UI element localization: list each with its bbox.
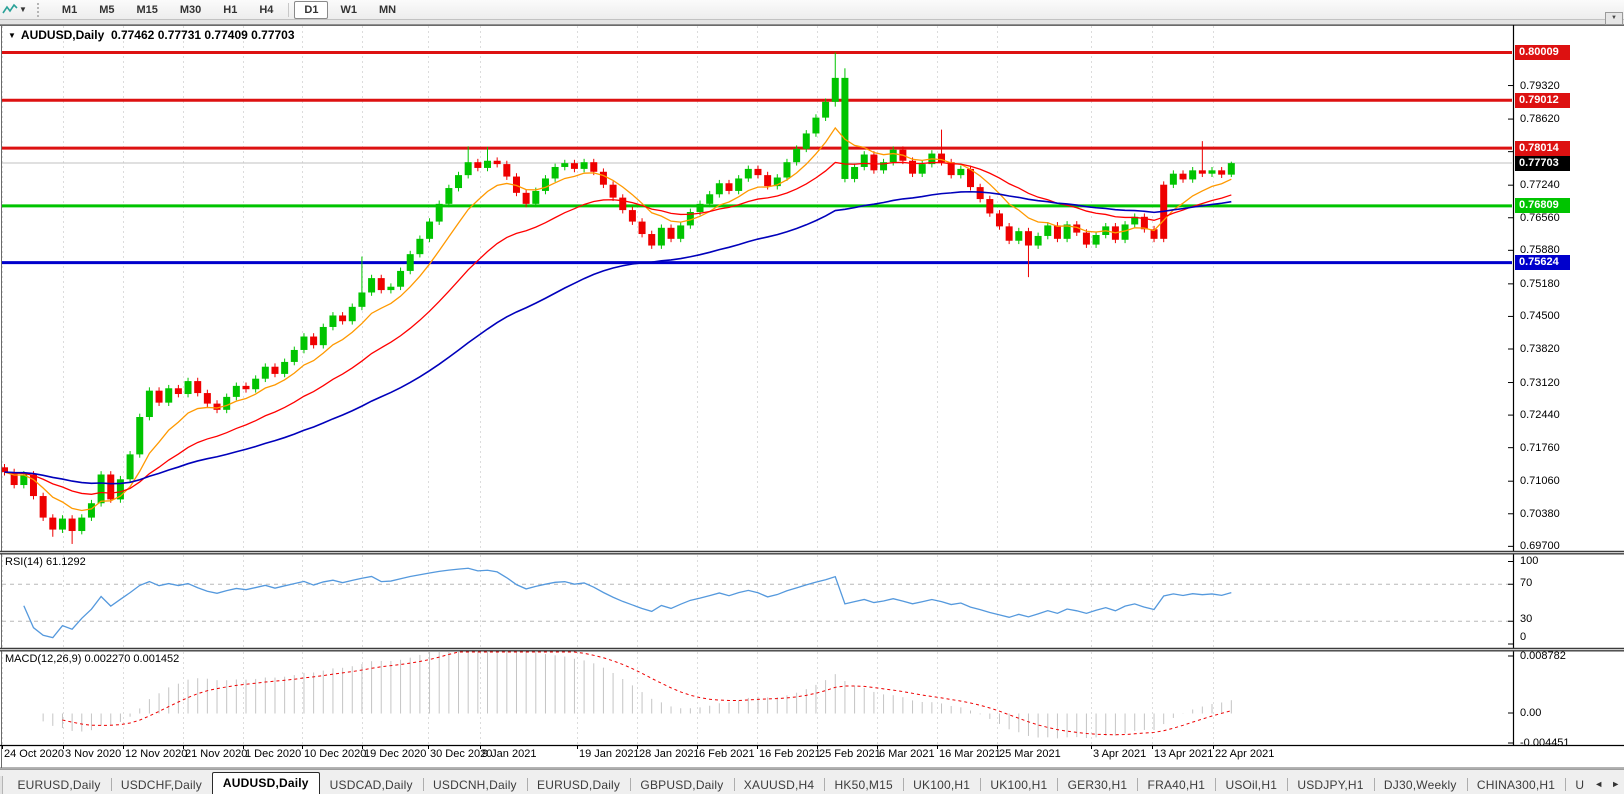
price-axis-tick: 0.71060 bbox=[1520, 474, 1560, 488]
date-axis-label[interactable]: 25 Feb 2021 bbox=[819, 748, 881, 760]
price-badge: 0.79012 bbox=[1515, 93, 1570, 108]
date-axis-label[interactable]: 3 Nov 2020 bbox=[65, 748, 121, 760]
price-axis-tick: 0.78620 bbox=[1520, 112, 1560, 126]
date-axis-label[interactable]: 25 Mar 2021 bbox=[999, 748, 1061, 760]
price-axis-tick: 0.73120 bbox=[1520, 376, 1560, 390]
tabbar-splitter[interactable] bbox=[0, 776, 3, 794]
rsi-axis-label: 100 bbox=[1520, 554, 1538, 568]
title-symbol: AUDUSD,Daily bbox=[21, 28, 104, 42]
scroll-right-icon[interactable]: ► bbox=[1611, 779, 1620, 789]
price-badge: 0.76809 bbox=[1515, 198, 1570, 213]
date-axis-label[interactable]: 6 Mar 2021 bbox=[879, 748, 935, 760]
macd-axis-label: 0.008782 bbox=[1520, 649, 1566, 663]
tab-xauusd-h4[interactable]: XAUUSD,H4 bbox=[734, 776, 824, 794]
price-axis-tick: 0.70380 bbox=[1520, 507, 1560, 521]
tab-ger30-h1[interactable]: GER30,H1 bbox=[1058, 776, 1138, 794]
tab-gbpusd-daily[interactable]: GBPUSD,Daily bbox=[630, 776, 733, 794]
chart-title: ▼ AUDUSD,Daily 0.77462 0.77731 0.77409 0.… bbox=[8, 28, 295, 42]
price-axis-tick: 0.74500 bbox=[1520, 309, 1560, 323]
price-axis-tick: 0.72440 bbox=[1520, 408, 1560, 422]
price-axis-tick: 0.71760 bbox=[1520, 441, 1560, 455]
tab-usoil-h1[interactable]: USOil,H1 bbox=[1215, 776, 1287, 794]
tab-u[interactable]: U bbox=[1565, 776, 1594, 794]
price-badge: 0.75624 bbox=[1515, 255, 1570, 270]
rsi-axis-label: 70 bbox=[1520, 576, 1532, 590]
scroll-left-icon[interactable]: ◄ bbox=[1594, 779, 1603, 789]
tab-uk100-h1[interactable]: UK100,H1 bbox=[903, 776, 980, 794]
date-axis-label[interactable]: 24 Oct 2020 bbox=[4, 748, 64, 760]
price-axis-tick: 0.79320 bbox=[1520, 79, 1560, 93]
tab-uk100-h1[interactable]: UK100,H1 bbox=[980, 776, 1057, 794]
date-axis-label[interactable]: 3 Apr 2021 bbox=[1093, 748, 1146, 760]
date-axis-label[interactable]: 13 Apr 2021 bbox=[1154, 748, 1213, 760]
macd-label: MACD(12,26,9) 0.002270 0.001452 bbox=[5, 653, 179, 665]
tab-eurusd-daily[interactable]: EURUSD,Daily bbox=[7, 776, 110, 794]
date-axis-label[interactable]: 10 Dec 2020 bbox=[304, 748, 366, 760]
price-axis-tick: 0.73820 bbox=[1520, 342, 1560, 356]
title-low: 0.77409 bbox=[204, 28, 247, 42]
chart-tab-bar: EURUSD,DailyUSDCHF,DailyAUDUSD,DailyUSDC… bbox=[0, 769, 1624, 794]
date-axis-label[interactable]: 16 Mar 2021 bbox=[939, 748, 1001, 760]
mt4-window: ▼ M1M5M15M30H1H4D1W1MN ▼AUDUSD,Daily 0.7… bbox=[0, 0, 1624, 793]
date-axis-label[interactable]: 16 Feb 2021 bbox=[759, 748, 821, 760]
rsi-axis-label: 30 bbox=[1520, 612, 1532, 626]
title-close: 0.77703 bbox=[251, 28, 294, 42]
tab-audusd-daily[interactable]: AUDUSD,Daily bbox=[212, 772, 320, 794]
date-axis-label[interactable]: 19 Dec 2020 bbox=[364, 748, 426, 760]
date-axis-label[interactable]: 22 Apr 2021 bbox=[1215, 748, 1274, 760]
date-axis-label[interactable]: 19 Jan 2021 bbox=[579, 748, 640, 760]
price-axis-tick: 0.69700 bbox=[1520, 539, 1560, 553]
date-axis-label[interactable]: 1 Dec 2020 bbox=[245, 748, 301, 760]
macd-axis-label: -0.004451 bbox=[1520, 736, 1570, 750]
chart-canvas[interactable] bbox=[0, 0, 1624, 793]
price-badge: 0.77703 bbox=[1515, 156, 1570, 171]
price-badge: 0.80009 bbox=[1515, 45, 1570, 60]
tab-usdchf-daily[interactable]: USDCHF,Daily bbox=[111, 776, 212, 794]
tab-china300-h1[interactable]: CHINA300,H1 bbox=[1467, 776, 1565, 794]
rsi-label: RSI(14) 61.1292 bbox=[5, 556, 86, 568]
tab-fra40-h1[interactable]: FRA40,H1 bbox=[1138, 776, 1216, 794]
date-axis-label[interactable]: 6 Feb 2021 bbox=[699, 748, 755, 760]
tab-dj30-weekly[interactable]: DJ30,Weekly bbox=[1374, 776, 1467, 794]
tab-usdcnh-daily[interactable]: USDCNH,Daily bbox=[423, 776, 527, 794]
tab-scroll-arrows: ◄► bbox=[1594, 774, 1620, 794]
tab-hk50-m15[interactable]: HK50,M15 bbox=[825, 776, 903, 794]
scroll-down-arrow-icon[interactable]: ▼ bbox=[1605, 12, 1623, 25]
tab-usdjpy-h1[interactable]: USDJPY,H1 bbox=[1287, 776, 1373, 794]
date-axis-label[interactable]: 12 Nov 2020 bbox=[125, 748, 187, 760]
price-axis-tick: 0.75180 bbox=[1520, 277, 1560, 291]
date-axis-label[interactable]: 9 Jan 2021 bbox=[482, 748, 536, 760]
tab-eurusd-daily[interactable]: EURUSD,Daily bbox=[527, 776, 630, 794]
title-open: 0.77462 bbox=[111, 28, 154, 42]
title-collapse-icon[interactable]: ▼ bbox=[8, 31, 16, 40]
rsi-axis-label: 0 bbox=[1520, 630, 1526, 644]
title-high: 0.77731 bbox=[158, 28, 201, 42]
macd-axis-label: 0.00 bbox=[1520, 706, 1541, 720]
price-axis-tick: 0.77240 bbox=[1520, 178, 1560, 192]
tab-usdcad-daily[interactable]: USDCAD,Daily bbox=[320, 776, 423, 794]
date-axis-label[interactable]: 21 Nov 2020 bbox=[185, 748, 247, 760]
price-badge: 0.78014 bbox=[1515, 141, 1570, 156]
date-axis-label[interactable]: 28 Jan 2021 bbox=[639, 748, 700, 760]
